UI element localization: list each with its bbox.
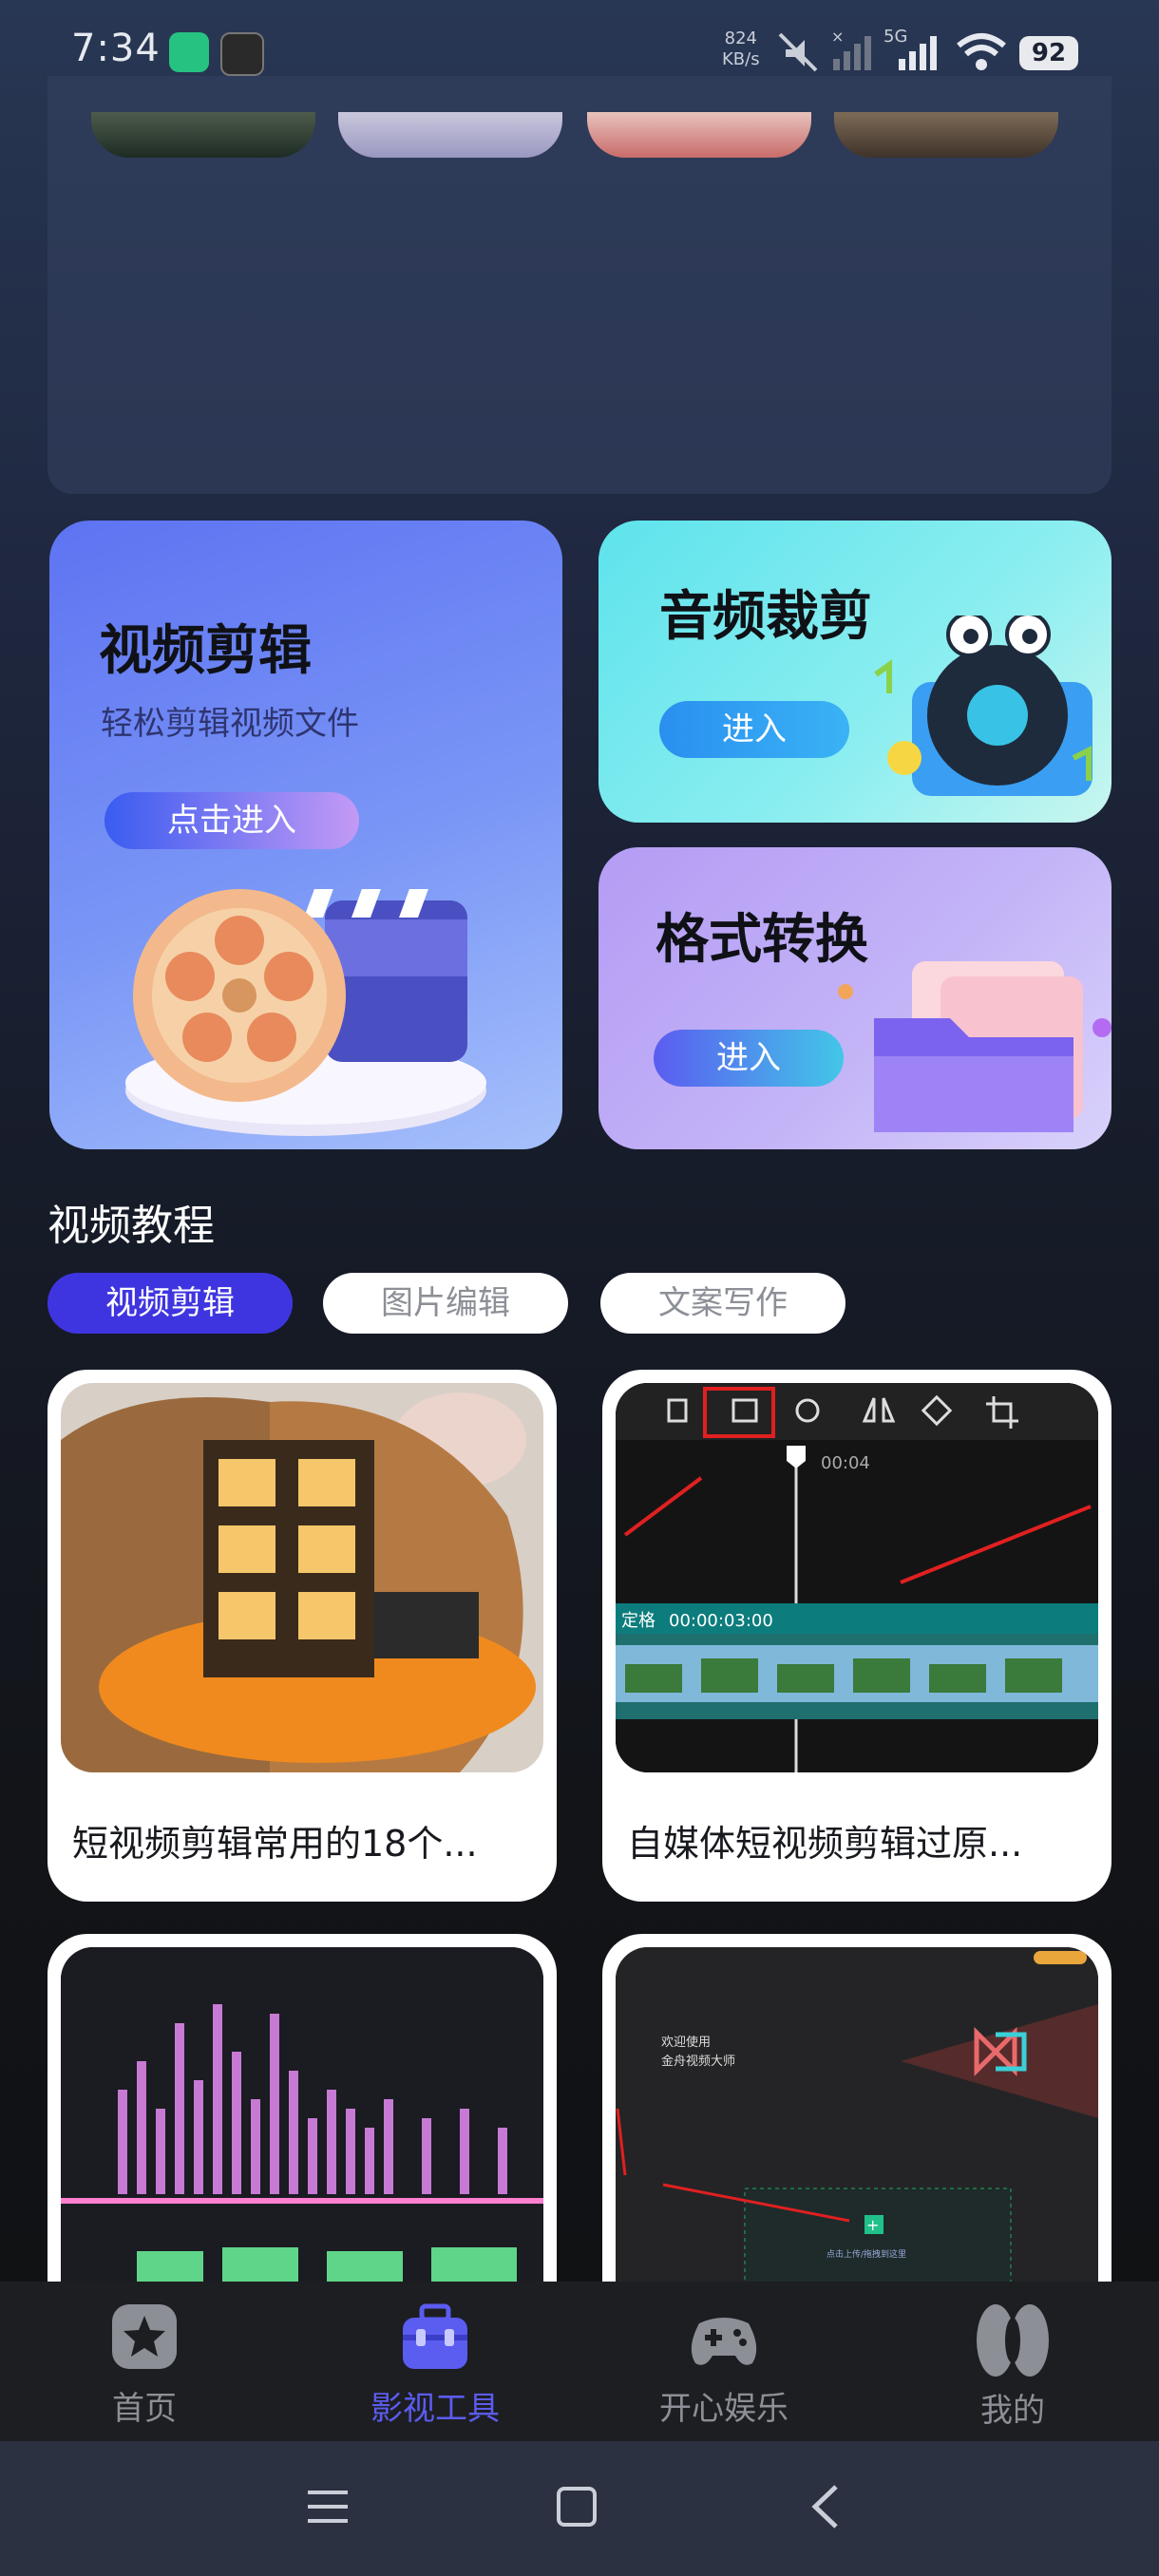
audio-cut-enter-button[interactable]: 进入 (659, 701, 849, 758)
tutorial-thumb-3 (61, 1947, 543, 2327)
welcome-line-1: 欢迎使用 (661, 2035, 711, 2050)
tutorial-thumb-2: 00:04 定格 00:00:03:00 (616, 1383, 1098, 1772)
editor-timeline-image: 00:04 定格 00:00:03:00 (616, 1383, 1098, 1772)
svg-text:+: + (866, 2216, 879, 2234)
nav-label-entertainment: 开心娱乐 (659, 2390, 788, 2428)
welcome-line-2: 金舟视频大师 (661, 2054, 735, 2069)
mute-icon (778, 32, 818, 72)
turntable-illustration (874, 616, 1092, 796)
soul-app-icon (220, 32, 264, 76)
status-time: 7:34 (71, 27, 161, 70)
tutorial-thumb-1 (61, 1383, 543, 1772)
svg-text:×: × (831, 28, 844, 46)
notification-app-icon (169, 32, 209, 72)
banner-thumb-2[interactable] (338, 112, 562, 158)
nav-label-profile: 我的 (980, 2392, 1045, 2430)
tab-copywriting[interactable]: 文案写作 (600, 1273, 846, 1334)
tutorial-card-2[interactable]: 00:04 定格 00:00:03:00 自媒体短视频剪辑过原... (602, 1370, 1112, 1902)
menu-icon[interactable] (306, 2485, 350, 2529)
tutorial-card-2-title: 自媒体短视频剪辑过原... (627, 1823, 1023, 1865)
nav-item-tools[interactable]: 影视工具 (340, 2301, 530, 2429)
tutorial-card-4[interactable]: 欢迎使用 金舟视频大师 + 点击上传/拖拽到这里 (602, 1934, 1112, 2333)
video-edit-card[interactable]: 视频剪辑 轻松剪辑视频文件 点击进入 (49, 521, 562, 1149)
welcome-screen-image: 欢迎使用 金舟视频大师 + 点击上传/拖拽到这里 (616, 1947, 1098, 2327)
tutorial-card-1-title: 短视频剪辑常用的18个... (72, 1823, 478, 1865)
nav-item-profile[interactable]: 我的 (918, 2301, 1108, 2431)
toolbox-icon (403, 2303, 467, 2369)
timeline-clip-time: 00:00:03:00 (669, 1611, 773, 1631)
nav-label-home: 首页 (112, 2390, 177, 2428)
audio-cut-title: 音频裁剪 (659, 586, 872, 648)
video-edit-title: 视频剪辑 (99, 620, 312, 682)
signal-sim2-icon (899, 36, 937, 70)
battery-indicator: 92 (1019, 36, 1078, 70)
audio-waveform-editor-image (61, 1947, 543, 2327)
wifi-icon (957, 33, 1006, 70)
banner-thumb-4[interactable] (834, 112, 1058, 158)
banner-thumb-1[interactable] (91, 112, 315, 158)
tutorial-card-1[interactable]: 短视频剪辑常用的18个... (48, 1370, 557, 1902)
signal-sim1-icon: × (831, 28, 871, 70)
folder-illustration (838, 961, 1112, 1132)
profile-icon (977, 2304, 1049, 2377)
nav-item-home[interactable]: 首页 (49, 2301, 239, 2429)
tab-video-edit[interactable]: 视频剪辑 (48, 1273, 293, 1334)
home-square-icon[interactable] (555, 2485, 598, 2529)
nav-label-tools: 影视工具 (370, 2390, 500, 2428)
tutorial-card-3[interactable] (48, 1934, 557, 2333)
upload-hint: 点击上传/拖拽到这里 (826, 2248, 906, 2260)
pumpkin-studio-image (61, 1383, 543, 1772)
tutorials-section-title: 视频教程 (48, 1202, 215, 1250)
format-convert-enter-button[interactable]: 进入 (654, 1030, 844, 1087)
gamepad-icon (691, 2318, 757, 2365)
nav-item-entertainment[interactable]: 开心娱乐 (629, 2301, 819, 2429)
tab-image-edit[interactable]: 图片编辑 (323, 1273, 568, 1334)
audio-cut-card[interactable]: 音频裁剪 进入 (598, 521, 1112, 823)
tutorial-thumb-4: 欢迎使用 金舟视频大师 + 点击上传/拖拽到这里 (616, 1947, 1098, 2327)
timeline-clip-label: 定格 (621, 1611, 656, 1631)
star-icon (112, 2304, 177, 2369)
network-speed: 824 KB/s (722, 28, 760, 69)
film-reel-illustration (125, 889, 486, 1136)
video-edit-subtitle: 轻松剪辑视频文件 (101, 705, 359, 743)
back-icon[interactable] (804, 2483, 847, 2530)
banner-thumb-3[interactable] (587, 112, 811, 158)
format-convert-card[interactable]: 格式转换 进入 (598, 847, 1112, 1149)
timeline-time-mark: 00:04 (821, 1453, 870, 1473)
